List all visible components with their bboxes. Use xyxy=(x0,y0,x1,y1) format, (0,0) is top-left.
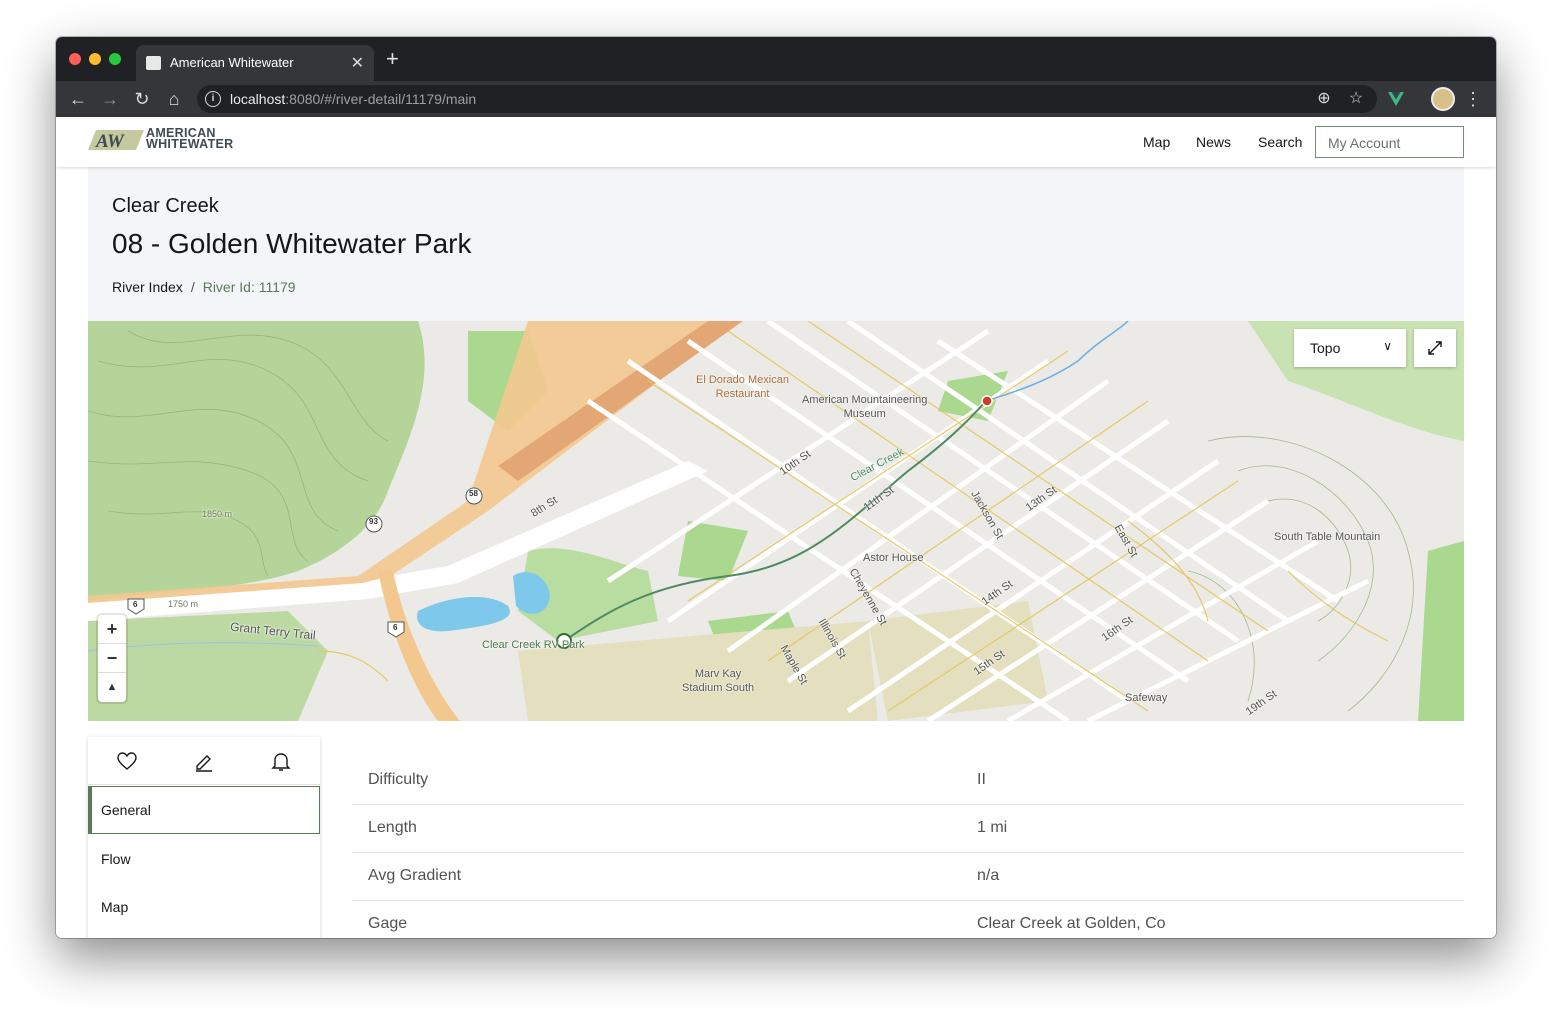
detail-value: 1 mi xyxy=(977,819,1008,836)
info-icon[interactable]: i xyxy=(205,91,221,107)
map-zoom-control: + − ▲ xyxy=(98,615,126,702)
svg-text:AW: AW xyxy=(95,131,125,150)
my-account-label: My Account xyxy=(1328,135,1401,151)
breadcrumb-river-index[interactable]: River Index xyxy=(112,279,183,295)
basemap-select-value: Topo xyxy=(1310,340,1341,356)
river-map[interactable]: 58 93 6 6 El Dorado Mexican Restaurant A… xyxy=(88,321,1464,721)
vue-devtools-icon[interactable] xyxy=(1386,89,1406,109)
browser-window: American Whitewater ✕ + ← → ↻ ⌂ i localh… xyxy=(56,37,1496,938)
map-label-museum: American Mountaineering Museum xyxy=(802,394,928,420)
map-label-elevation-1750: 1750 m xyxy=(168,599,199,609)
side-nav-map[interactable]: Map xyxy=(88,883,320,931)
table-row: Gage Clear Creek at Golden, Co xyxy=(352,901,1464,938)
aw-logo-mark: AW xyxy=(88,130,144,150)
map-label-safeway: Safeway xyxy=(1125,692,1168,704)
nav-search-link[interactable]: Search xyxy=(1258,134,1302,150)
tab-title: American Whitewater xyxy=(170,55,294,70)
breadcrumb: River Index / River Id: 11179 xyxy=(112,279,296,295)
side-nav-flow[interactable]: Flow xyxy=(88,835,320,883)
side-nav-map-label: Map xyxy=(101,899,129,915)
nav-news-link[interactable]: News xyxy=(1196,134,1231,150)
url-text[interactable]: localhost:8080/#/river-detail/11179/main xyxy=(230,91,476,107)
river-action-icons xyxy=(88,737,320,785)
address-bar[interactable]: i localhost:8080/#/river-detail/11179/ma… xyxy=(197,85,1377,113)
edit-icon[interactable] xyxy=(192,749,216,773)
chevron-down-icon: ∨ xyxy=(1383,339,1392,353)
table-row: Avg Gradient n/a xyxy=(352,853,1464,901)
map-label-restaurant: El Dorado Mexican Restaurant xyxy=(696,374,789,400)
map-label-elevation-1850: 1850 m xyxy=(202,509,233,519)
maximize-window-button[interactable] xyxy=(109,53,121,65)
my-account-button[interactable]: My Account xyxy=(1315,126,1464,158)
river-details-table: Difficulty II Length 1 mi Avg Gradient n/a … xyxy=(352,757,1464,938)
compass-button[interactable]: ▲ xyxy=(98,673,126,702)
new-tab-icon[interactable]: + xyxy=(386,48,399,70)
table-row: Length 1 mi xyxy=(352,805,1464,853)
home-icon[interactable]: ⌂ xyxy=(162,87,186,111)
detail-label: Gage xyxy=(368,915,408,932)
page-title: 08 - Golden Whitewater Park xyxy=(112,228,472,259)
site-logo[interactable]: AW AMERICAN WHITEWATER xyxy=(88,126,274,152)
nav-map-link[interactable]: Map xyxy=(1143,134,1170,150)
expand-icon xyxy=(1428,341,1442,355)
breadcrumb-separator: / xyxy=(190,279,195,295)
browser-toolbar: ← → ↻ ⌂ i localhost:8080/#/river-detail/… xyxy=(56,81,1496,117)
reload-icon[interactable]: ↻ xyxy=(130,87,154,111)
basemap-select[interactable]: Topo ∨ xyxy=(1294,329,1406,367)
back-icon[interactable]: ← xyxy=(66,87,90,111)
close-tab-icon[interactable]: ✕ xyxy=(351,53,364,73)
zoom-out-button[interactable]: − xyxy=(98,644,126,673)
site-header: AW AMERICAN WHITEWATER Map News Search My… xyxy=(56,117,1496,167)
forward-icon[interactable]: → xyxy=(98,87,122,111)
map-label-route-58: 58 xyxy=(469,489,478,498)
detail-label: Length xyxy=(368,819,417,836)
browser-tab[interactable]: American Whitewater ✕ xyxy=(136,45,374,81)
close-window-button[interactable] xyxy=(69,53,81,65)
table-row: Difficulty II xyxy=(352,757,1464,805)
side-nav-general[interactable]: General xyxy=(88,786,320,834)
logo-wordmark: AMERICAN WHITEWATER xyxy=(146,126,234,151)
map-label-route-93: 93 xyxy=(369,517,378,526)
map-label-stadium: Marv Kay Stadium South xyxy=(682,668,755,694)
map-label-south-table-mountain: South Table Mountain xyxy=(1274,531,1381,543)
side-nav-general-label: General xyxy=(101,802,151,818)
browser-menu-icon[interactable]: ⋮ xyxy=(1464,87,1482,111)
heart-icon[interactable] xyxy=(115,749,139,773)
page-content: AW AMERICAN WHITEWATER Map News Search My… xyxy=(56,117,1496,938)
location-icon[interactable]: ⊕ xyxy=(1312,87,1336,111)
detail-value: II xyxy=(977,771,986,788)
map-label-rv-park: Clear Creek RV Park xyxy=(482,639,585,651)
side-nav-flow-label: Flow xyxy=(101,851,131,867)
browser-tabbar: American Whitewater ✕ + xyxy=(56,37,1496,81)
zoom-in-button[interactable]: + xyxy=(98,615,126,644)
minimize-window-button[interactable] xyxy=(89,53,101,65)
river-side-nav: General Flow Map xyxy=(88,737,320,938)
map-label-route-6a: 6 xyxy=(133,600,138,609)
river-hero: Clear Creek 08 - Golden Whitewater Park … xyxy=(88,167,1464,321)
bookmark-star-icon[interactable]: ☆ xyxy=(1344,87,1368,111)
detail-value: n/a xyxy=(977,867,1000,884)
favicon-icon xyxy=(146,56,161,70)
bell-icon[interactable] xyxy=(269,749,293,773)
map-label-astor-house: Astor House xyxy=(863,552,924,564)
breadcrumb-current: River Id: 11179 xyxy=(202,279,296,295)
map-label-route-6b: 6 xyxy=(393,623,398,632)
detail-label: Avg Gradient xyxy=(368,867,462,884)
detail-value: Clear Creek at Golden, Co xyxy=(977,915,1166,932)
fullscreen-button[interactable] xyxy=(1414,329,1456,367)
river-name: Clear Creek xyxy=(112,195,219,217)
profile-avatar[interactable] xyxy=(1431,87,1455,111)
detail-label: Difficulty xyxy=(368,771,429,788)
